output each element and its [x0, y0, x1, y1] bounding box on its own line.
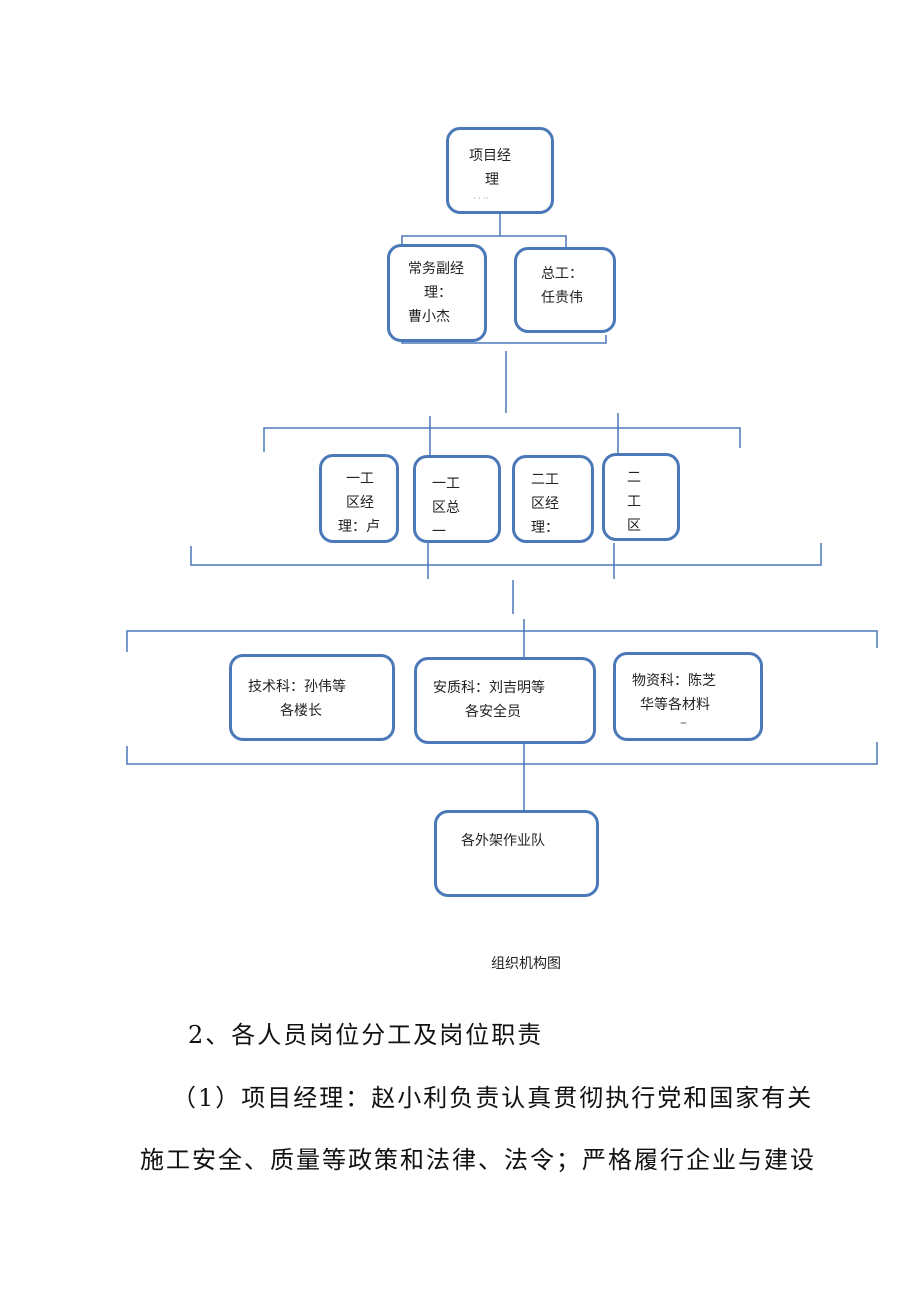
node-scaffold-teams: 各外架作业队 [434, 810, 599, 897]
node-text: 安质科：刘吉明等 [433, 680, 545, 696]
node-text: 二 [627, 470, 641, 486]
node-zone2-manager: 二工 区经 理： [512, 455, 594, 543]
node-text: 物资科：陈芝 [632, 673, 716, 689]
node-deputy-manager: 常务副经 理： 曹小杰 [387, 244, 487, 342]
node-text: 各楼长 [280, 703, 322, 719]
node-tech-dept: 技术科：孙伟等 各楼长 [229, 654, 395, 741]
node-text: 工 [627, 494, 641, 510]
node-text: 常务副经 [408, 261, 464, 277]
node-text: 任贵伟 [541, 290, 583, 306]
node-text: 一工 [346, 471, 374, 487]
node-text: 理：卢 [338, 519, 380, 535]
node-text: – [680, 715, 687, 731]
node-zone1-chief: 一工 区总 一 [413, 455, 501, 543]
node-project-manager: 项目经 理 · · ·· [446, 127, 554, 214]
node-text: 曹小杰 [408, 309, 450, 325]
node-text: 二工 [531, 472, 559, 488]
node-text: 区经 [531, 496, 559, 512]
node-text: 技术科：孙伟等 [248, 679, 346, 695]
node-text: 理： [424, 285, 452, 301]
node-text: 项目经 [469, 148, 511, 164]
node-text: · · ·· [473, 194, 489, 203]
node-chief-engineer: 总工： 任贵伟 [514, 247, 616, 333]
node-text: 理 [485, 172, 499, 188]
connector [126, 742, 878, 765]
node-text: 总工： [541, 266, 583, 282]
node-text: 各安全员 [465, 704, 521, 720]
node-text: 理： [531, 520, 559, 536]
chart-caption: 组织机构图 [491, 956, 561, 972]
node-safety-dept: 安质科：刘吉明等 各安全员 [414, 657, 596, 744]
node-text: 区总 [432, 500, 460, 516]
node-text: 华等各材料 [640, 697, 710, 713]
node-text: 一 [432, 524, 446, 540]
connector [126, 630, 878, 652]
connector [263, 427, 741, 452]
node-zone1-manager: 一工 区经 理：卢 [319, 454, 399, 543]
node-material-dept: 物资科：陈芝 华等各材料 – [613, 652, 763, 741]
section-heading: 2、各人员岗位分工及岗位职责 [188, 1021, 544, 1049]
node-zone2-other: 二 工 区 [602, 453, 680, 541]
node-text: 区 [627, 518, 641, 534]
connector [190, 543, 822, 566]
paragraph-line: （1）项目经理：赵小利负责认真贯彻执行党和国家有关 [172, 1084, 814, 1112]
node-text: 区经 [346, 495, 374, 511]
paragraph-line: 施工安全、质量等政策和法律、法令；严格履行企业与建设 [140, 1146, 816, 1174]
node-text: 各外架作业队 [461, 833, 545, 849]
node-text: 一工 [432, 476, 460, 492]
